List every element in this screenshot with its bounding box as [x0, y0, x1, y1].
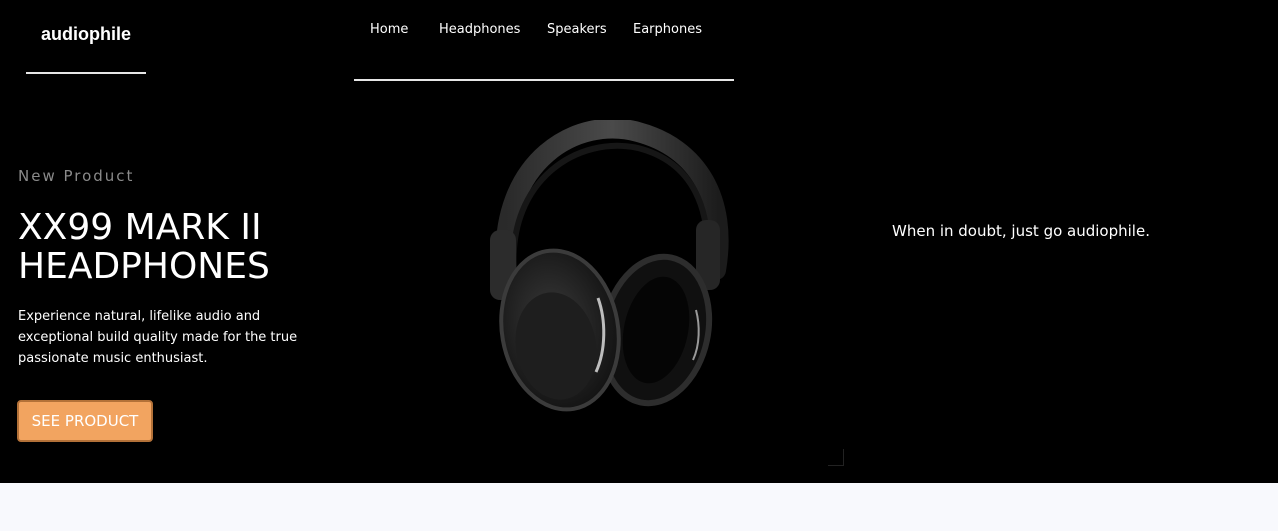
nav-headphones-link[interactable]: Headphones	[439, 22, 520, 37]
headphones-illustration	[490, 118, 729, 412]
corner-decoration	[828, 449, 844, 466]
site-logo[interactable]: audiophile	[41, 24, 131, 45]
hero-section: audiophile Home Headphones Speakers Earp…	[0, 0, 1278, 483]
nav-speakers-link[interactable]: Speakers	[547, 22, 607, 37]
nav-earphones-link[interactable]: Earphones	[633, 22, 702, 37]
see-product-button[interactable]: SEE PRODUCT	[17, 400, 153, 442]
product-description: Experience natural, lifelike audio and e…	[18, 309, 298, 366]
main-nav: Home Headphones Speakers Earphones	[354, 22, 734, 42]
product-title: XX99 MARK II HEADPHONES	[18, 207, 270, 287]
tagline: When in doubt, just go audiophile.	[892, 222, 1150, 240]
nav-divider	[354, 79, 734, 81]
next-section-background	[0, 483, 1278, 531]
logo-divider	[26, 72, 146, 74]
headphones-image	[478, 118, 738, 420]
nav-home-link[interactable]: Home	[370, 22, 408, 37]
new-product-label: New Product	[18, 167, 135, 185]
